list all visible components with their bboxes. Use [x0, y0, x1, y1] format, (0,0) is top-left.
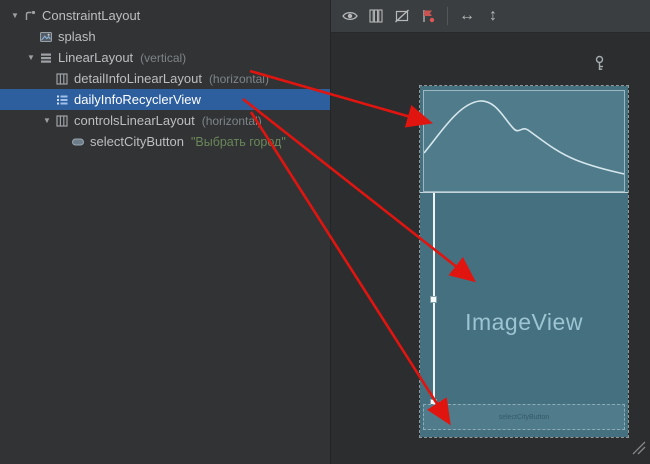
- linearlayout-vertical-icon: [38, 50, 53, 65]
- tree-item-annotation: (horizontal): [202, 114, 262, 128]
- toolbar-separator: [447, 7, 448, 25]
- constraint-layout-icon: [22, 8, 37, 23]
- weather-curve: [424, 91, 624, 191]
- tree-item-annotation: (horizontal): [209, 72, 269, 86]
- vertical-resize-icon[interactable]: ↕: [481, 4, 505, 28]
- design-surface-panel: ↔ ↕ ImageV: [331, 0, 650, 464]
- linearlayout-horizontal-icon: [54, 113, 69, 128]
- tree-item-annotation: (vertical): [140, 51, 186, 65]
- linearlayout-horizontal-icon: [54, 71, 69, 86]
- imageview-placeholder-label: ImageView: [420, 309, 628, 336]
- tree-item-label: detailInfoLinearLayout: [74, 71, 202, 86]
- device-preview[interactable]: ImageView selectCityButton: [420, 86, 628, 437]
- button-icon: [70, 134, 85, 149]
- imageview-icon: [38, 29, 53, 44]
- tree-item-label: splash: [58, 29, 96, 44]
- render-off-icon[interactable]: [390, 4, 414, 28]
- errors-flag-icon[interactable]: [416, 4, 440, 28]
- android-studio-layout-editor: ▼ ConstraintLayout splash ▼ LinearLayout…: [0, 0, 650, 464]
- tree-item-label: LinearLayout: [58, 50, 133, 65]
- tree-item-label: ConstraintLayout: [42, 8, 140, 23]
- recyclerview-icon: [54, 92, 69, 107]
- tree-item-detailinfolinearlayout[interactable]: detailInfoLinearLayout (horizontal): [0, 68, 330, 89]
- design-toolbar: ↔ ↕: [331, 0, 650, 33]
- tree-item-linearlayout[interactable]: ▼ LinearLayout (vertical): [0, 47, 330, 68]
- tree-item-label: selectCityButton: [90, 134, 184, 149]
- select-city-button-preview[interactable]: selectCityButton: [423, 404, 625, 430]
- chevron-down-icon[interactable]: ▼: [8, 11, 22, 20]
- tree-item-splash[interactable]: splash: [0, 26, 330, 47]
- render-settings-key-icon[interactable]: [593, 55, 606, 77]
- columns-icon[interactable]: [364, 4, 388, 28]
- component-tree-panel: ▼ ConstraintLayout splash ▼ LinearLayout…: [0, 0, 331, 464]
- tree-item-label: dailyInfoRecyclerView: [74, 92, 201, 107]
- select-city-button-label: selectCityButton: [499, 414, 550, 421]
- tree-item-controlslinearlayout[interactable]: ▼ controlsLinearLayout (horizontal): [0, 110, 330, 131]
- tree-item-string-value: "Выбрать город": [191, 135, 286, 149]
- tree-item-constraintlayout[interactable]: ▼ ConstraintLayout: [0, 5, 330, 26]
- chevron-down-icon[interactable]: ▼: [40, 116, 54, 125]
- detail-info-section[interactable]: [423, 90, 625, 192]
- design-canvas[interactable]: ImageView selectCityButton: [331, 33, 650, 464]
- tree-item-dailyinforecyclerview[interactable]: dailyInfoRecyclerView: [0, 89, 330, 110]
- eye-icon[interactable]: [338, 4, 362, 28]
- resize-grip-icon[interactable]: [630, 439, 646, 460]
- tree-item-selectcitybutton[interactable]: selectCityButton "Выбрать город": [0, 131, 330, 152]
- selection-handle-middle[interactable]: [430, 296, 437, 303]
- chevron-down-icon[interactable]: ▼: [24, 53, 38, 62]
- horizontal-resize-icon[interactable]: ↔: [455, 4, 479, 28]
- recyclerview-preview[interactable]: ImageView: [420, 192, 628, 404]
- tree-item-label: controlsLinearLayout: [74, 113, 195, 128]
